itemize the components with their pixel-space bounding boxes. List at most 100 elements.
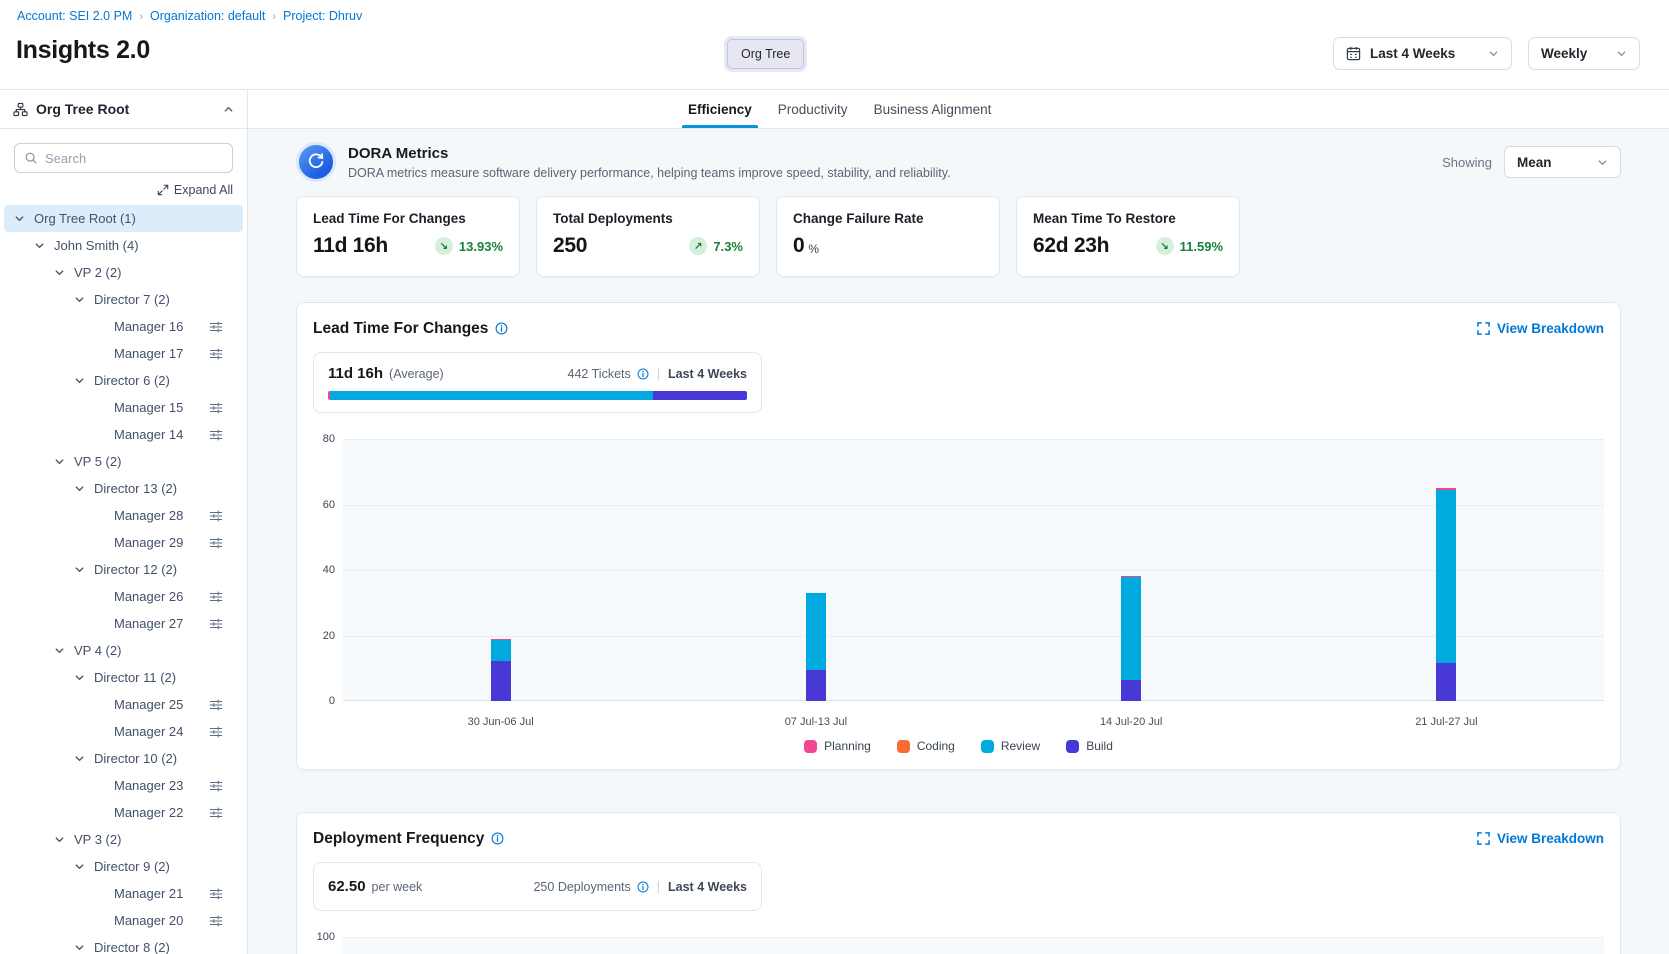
expand-all-button[interactable]: Expand All	[157, 183, 233, 197]
tree-item-director-8-2[interactable]: Director 8 (2)	[4, 934, 243, 954]
phase-segment-review[interactable]	[330, 391, 653, 400]
tree-item-vp-4-2[interactable]: VP 4 (2)	[4, 637, 243, 664]
chevron-down-icon[interactable]	[14, 213, 32, 224]
legend-item-planning[interactable]: Planning	[804, 739, 871, 753]
sliders-icon[interactable]	[209, 401, 223, 415]
stacked-bar-14-jul-20-jul[interactable]	[1121, 576, 1141, 701]
showing-select[interactable]: Mean	[1504, 146, 1621, 178]
chevron-down-icon[interactable]	[74, 861, 92, 872]
tree-item-director-12-2[interactable]: Director 12 (2)	[4, 556, 243, 583]
bar-segment-build[interactable]	[1436, 663, 1456, 701]
bar-segment-review[interactable]	[491, 640, 511, 661]
sliders-icon[interactable]	[209, 590, 223, 604]
tree-item-manager-20[interactable]: Manager 20	[4, 907, 243, 934]
chevron-down-icon[interactable]	[74, 294, 92, 305]
tree-item-manager-28[interactable]: Manager 28	[4, 502, 243, 529]
breadcrumb-item[interactable]: Organization: default	[150, 9, 265, 23]
chevron-down-icon[interactable]	[54, 834, 72, 845]
legend-item-build[interactable]: Build	[1066, 739, 1113, 753]
tab-business-alignment[interactable]: Business Alignment	[872, 90, 994, 128]
bar-segment-review[interactable]	[1436, 490, 1456, 664]
tab-efficiency[interactable]: Efficiency	[686, 90, 754, 128]
tree-item-vp-2-2[interactable]: VP 2 (2)	[4, 259, 243, 286]
legend-item-coding[interactable]: Coding	[897, 739, 955, 753]
breadcrumb-item[interactable]: Project: Dhruv	[283, 9, 362, 23]
tree-item-director-6-2[interactable]: Director 6 (2)	[4, 367, 243, 394]
breadcrumb-separator-icon: ›	[139, 11, 143, 23]
sliders-icon[interactable]	[209, 698, 223, 712]
org-tree-sidebar: Org Tree Root Expand All Org	[0, 90, 248, 954]
chevron-up-icon[interactable]	[223, 104, 234, 115]
sliders-icon[interactable]	[209, 617, 223, 631]
chevron-down-icon[interactable]	[74, 672, 92, 683]
stacked-bar-21-jul-27-jul[interactable]	[1436, 488, 1456, 701]
tree-item-manager-21[interactable]: Manager 21	[4, 880, 243, 907]
sliders-icon[interactable]	[209, 536, 223, 550]
tree-item-manager-26[interactable]: Manager 26	[4, 583, 243, 610]
tree-item-manager-17[interactable]: Manager 17	[4, 340, 243, 367]
sliders-icon[interactable]	[209, 347, 223, 361]
chevron-down-icon[interactable]	[74, 942, 92, 953]
tree-item-manager-27[interactable]: Manager 27	[4, 610, 243, 637]
chart-legend: Planning Coding Review Build	[313, 737, 1604, 755]
view-breakdown-link[interactable]: View Breakdown	[1477, 321, 1604, 336]
sliders-icon[interactable]	[209, 320, 223, 334]
tree-item-director-9-2[interactable]: Director 9 (2)	[4, 853, 243, 880]
breadcrumb-item[interactable]: Account: SEI 2.0 PM	[17, 9, 132, 23]
tree-item-manager-16[interactable]: Manager 16	[4, 313, 243, 340]
bar-segment-build[interactable]	[806, 670, 826, 701]
chevron-down-icon[interactable]	[34, 240, 52, 251]
gridline	[343, 439, 1604, 440]
sliders-icon[interactable]	[209, 779, 223, 793]
bar-segment-build[interactable]	[1121, 680, 1141, 701]
date-range-select[interactable]: Last 4 Weeks	[1333, 37, 1512, 70]
bar-segment-review[interactable]	[1121, 577, 1141, 680]
chevron-down-icon[interactable]	[54, 456, 72, 467]
sliders-icon[interactable]	[209, 725, 223, 739]
info-icon[interactable]	[637, 368, 649, 380]
org-tree-button[interactable]: Org Tree	[727, 39, 804, 69]
info-icon[interactable]	[491, 832, 504, 845]
tree-item-manager-24[interactable]: Manager 24	[4, 718, 243, 745]
sliders-icon[interactable]	[209, 806, 223, 820]
tree-item-john-smith-4[interactable]: John Smith (4)	[4, 232, 243, 259]
tree-item-director-11-2[interactable]: Director 11 (2)	[4, 664, 243, 691]
tree-item-manager-29[interactable]: Manager 29	[4, 529, 243, 556]
granularity-select[interactable]: Weekly	[1528, 37, 1640, 70]
sliders-icon[interactable]	[209, 887, 223, 901]
chevron-down-icon[interactable]	[74, 483, 92, 494]
tree-item-director-7-2[interactable]: Director 7 (2)	[4, 286, 243, 313]
x-tick-label: 07 Jul-13 Jul	[785, 716, 847, 728]
info-icon[interactable]	[495, 322, 508, 335]
legend-item-review[interactable]: Review	[981, 739, 1040, 753]
chevron-down-icon[interactable]	[54, 267, 72, 278]
bar-segment-build[interactable]	[491, 661, 511, 701]
tree-item-director-13-2[interactable]: Director 13 (2)	[4, 475, 243, 502]
tree-item-manager-15[interactable]: Manager 15	[4, 394, 243, 421]
tree-item-manager-25[interactable]: Manager 25	[4, 691, 243, 718]
info-icon[interactable]	[637, 881, 649, 893]
tree-item-vp-3-2[interactable]: VP 3 (2)	[4, 826, 243, 853]
chevron-down-icon[interactable]	[74, 753, 92, 764]
tree-item-director-10-2[interactable]: Director 10 (2)	[4, 745, 243, 772]
gridline	[343, 937, 1604, 938]
chevron-down-icon[interactable]	[74, 564, 92, 575]
tree-item-manager-22[interactable]: Manager 22	[4, 799, 243, 826]
bar-segment-review[interactable]	[806, 593, 826, 670]
phase-segment-build[interactable]	[653, 391, 747, 400]
view-breakdown-link[interactable]: View Breakdown	[1477, 831, 1604, 846]
tree-item-vp-5-2[interactable]: VP 5 (2)	[4, 448, 243, 475]
chevron-down-icon[interactable]	[74, 375, 92, 386]
tree-item-manager-23[interactable]: Manager 23	[4, 772, 243, 799]
tree-item-manager-14[interactable]: Manager 14	[4, 421, 243, 448]
tree-item-org-tree-root-1[interactable]: Org Tree Root (1)	[4, 205, 243, 232]
stacked-bar-30-jun-06-jul[interactable]	[491, 639, 511, 701]
tab-productivity[interactable]: Productivity	[776, 90, 850, 128]
stacked-bar-07-jul-13-jul[interactable]	[806, 593, 826, 701]
sliders-icon[interactable]	[209, 914, 223, 928]
sliders-icon[interactable]	[209, 428, 223, 442]
search-input[interactable]	[45, 151, 223, 166]
chevron-down-icon[interactable]	[54, 645, 72, 656]
sliders-icon[interactable]	[209, 509, 223, 523]
expand-corners-icon	[1477, 322, 1490, 335]
